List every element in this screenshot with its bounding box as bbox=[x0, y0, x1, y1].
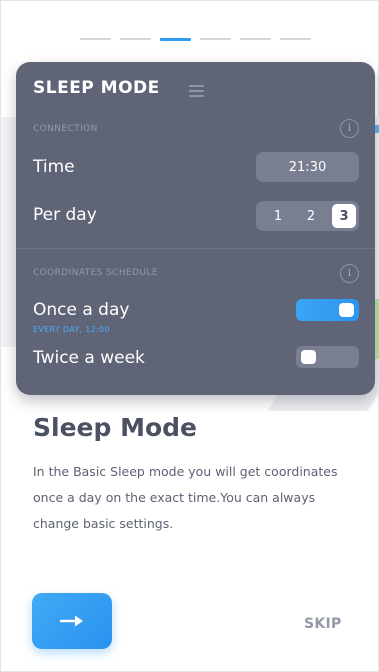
hamburger-icon[interactable] bbox=[189, 85, 204, 100]
once-a-day-caption: EVERY DAY, 12:00 bbox=[33, 325, 110, 334]
time-picker[interactable]: 21:30 bbox=[256, 152, 359, 182]
once-a-day-label: Once a day bbox=[33, 300, 130, 320]
card-title: SLEEP MODE bbox=[33, 78, 160, 98]
per-day-option-2[interactable]: 2 bbox=[299, 204, 323, 228]
pager-dash-active[interactable] bbox=[160, 37, 191, 41]
pager-dash[interactable] bbox=[280, 38, 311, 40]
per-day-option-3[interactable]: 3 bbox=[332, 204, 356, 228]
info-icon[interactable]: i bbox=[340, 119, 359, 138]
onboarding-pager bbox=[80, 37, 311, 41]
per-day-option-1[interactable]: 1 bbox=[266, 204, 290, 228]
skip-button[interactable]: SKIP bbox=[304, 616, 342, 632]
pager-dash[interactable] bbox=[120, 38, 151, 40]
page-description: In the Basic Sleep mode you will get coo… bbox=[33, 464, 338, 531]
page-title: Sleep Mode bbox=[33, 413, 197, 442]
schedule-section-label: COORDINATES SCHEDULE bbox=[33, 268, 158, 278]
info-icon[interactable]: i bbox=[340, 264, 359, 283]
once-a-day-toggle[interactable] bbox=[296, 299, 359, 321]
time-label: Time bbox=[33, 157, 75, 177]
twice-a-week-label: Twice a week bbox=[33, 348, 145, 368]
per-day-segmented-control: 1 2 3 bbox=[256, 201, 359, 231]
pager-dash[interactable] bbox=[80, 38, 111, 40]
toggle-knob bbox=[301, 350, 316, 364]
pager-dash[interactable] bbox=[200, 38, 231, 40]
connection-section-label: CONNECTION bbox=[33, 124, 98, 134]
arrow-right-icon bbox=[59, 615, 83, 627]
section-divider bbox=[16, 248, 375, 249]
per-day-label: Per day bbox=[33, 205, 97, 225]
next-button[interactable] bbox=[32, 593, 112, 649]
pager-dash[interactable] bbox=[240, 38, 271, 40]
toggle-knob bbox=[339, 303, 354, 317]
twice-a-week-toggle[interactable] bbox=[296, 346, 359, 368]
sleep-mode-card: SLEEP MODE CONNECTION i Time 21:30 Per d… bbox=[16, 62, 375, 395]
